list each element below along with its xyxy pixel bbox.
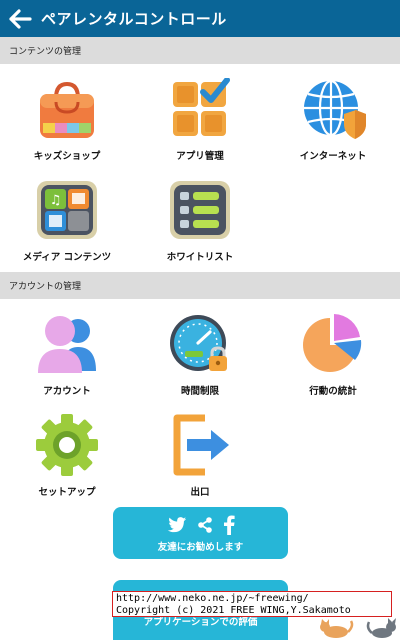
section-header-account: アカウントの管理 [0, 272, 400, 299]
gear-icon [32, 412, 102, 478]
cats-illustration [320, 618, 396, 638]
tile-label: 行動の統計 [309, 386, 357, 397]
tile-label: ホワイトリスト [166, 252, 234, 263]
tile-label: メディア コンテンツ [22, 252, 112, 263]
tile-time-limit[interactable]: 時間制限 [140, 311, 260, 403]
twitter-icon [167, 516, 186, 532]
tile-account[interactable]: アカウント [7, 311, 127, 403]
cat-left-icon [320, 619, 354, 638]
list-icon [165, 177, 235, 243]
users-icon [32, 311, 102, 377]
tile-label: アカウント [43, 386, 91, 397]
tile-activity-stats[interactable]: 行動の統計 [273, 311, 393, 403]
pie-chart-icon [298, 311, 368, 377]
timer-lock-icon [165, 311, 235, 377]
tile-internet[interactable]: インターネット [273, 76, 393, 168]
tile-exit[interactable]: 出口 [140, 412, 260, 504]
tile-media-content[interactable]: ♫ メディア コンテンツ [7, 177, 127, 269]
tile-whitelist[interactable]: ホワイトリスト [140, 177, 260, 269]
cat-right-icon [366, 618, 396, 638]
tile-label: キッズショップ [33, 151, 101, 162]
facebook-icon [223, 515, 235, 535]
tile-setup[interactable]: セットアップ [7, 412, 127, 504]
share-icons [167, 514, 235, 536]
globe-shield-icon [298, 76, 368, 142]
tile-label: インターネット [299, 151, 367, 162]
svg-text:♫: ♫ [50, 193, 62, 208]
exit-icon [165, 412, 235, 478]
tile-label: 時間制限 [180, 386, 219, 397]
watermark-copyright: Copyright (c) 2021 FREE WING,Y.Sakamoto [116, 605, 351, 616]
page-title: ペアレンタルコントロール [41, 10, 227, 28]
app-bar: ペアレンタルコントロール [0, 0, 400, 37]
back-arrow-icon [9, 8, 32, 29]
share-icon [197, 516, 212, 533]
watermark-url: http://www.neko.ne.jp/~freewing/ [116, 593, 309, 604]
shopping-bag-icon [32, 76, 102, 142]
copyright-watermark: http://www.neko.ne.jp/~freewing/ Copyrig… [112, 591, 392, 617]
back-button[interactable] [0, 0, 40, 37]
recommend-to-friends-button[interactable]: 友達にお勧めします [113, 507, 288, 559]
section-header-content: コンテンツの管理 [0, 37, 400, 64]
tile-label: アプリ管理 [176, 151, 224, 162]
tile-label: 出口 [190, 487, 210, 498]
tile-label: セットアップ [38, 487, 96, 498]
tile-app-manage[interactable]: アプリ管理 [140, 76, 260, 168]
media-grid-icon: ♫ [32, 177, 102, 243]
app-grid-check-icon [165, 76, 235, 142]
tile-kids-shop[interactable]: キッズショップ [7, 76, 127, 168]
recommend-label: 友達にお勧めします [157, 541, 244, 553]
